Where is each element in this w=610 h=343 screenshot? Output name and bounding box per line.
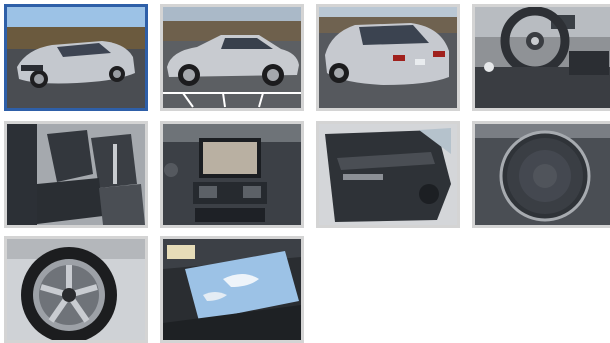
thumbnail-door-panel[interactable] — [316, 121, 460, 228]
car-front-three-quarter-photo — [7, 7, 145, 108]
sunroof-photo — [163, 239, 301, 340]
speaker-grille-photo — [475, 124, 610, 225]
wheel-rim-photo — [7, 239, 145, 340]
car-side-profile-photo — [163, 7, 301, 108]
front-seats-photo — [7, 124, 145, 225]
thumbnail-car-front-three-quarter[interactable] — [4, 4, 148, 111]
door-panel-photo — [319, 124, 457, 225]
thumbnail-car-side-profile[interactable] — [160, 4, 304, 111]
thumbnail-speaker-grille[interactable] — [472, 121, 610, 228]
thumbnail-steering-wheel-dashboard[interactable] — [472, 4, 610, 111]
thumbnail-wheel-rim[interactable] — [4, 236, 148, 343]
center-console-navigation-photo — [163, 124, 301, 225]
thumbnail-center-console-navigation[interactable] — [160, 121, 304, 228]
steering-wheel-dashboard-photo — [475, 7, 610, 108]
thumbnail-car-rear-three-quarter[interactable] — [316, 4, 460, 111]
photo-gallery — [0, 0, 610, 343]
thumbnail-sunroof[interactable] — [160, 236, 304, 343]
car-rear-three-quarter-photo — [319, 7, 457, 108]
thumbnail-front-seats[interactable] — [4, 121, 148, 228]
